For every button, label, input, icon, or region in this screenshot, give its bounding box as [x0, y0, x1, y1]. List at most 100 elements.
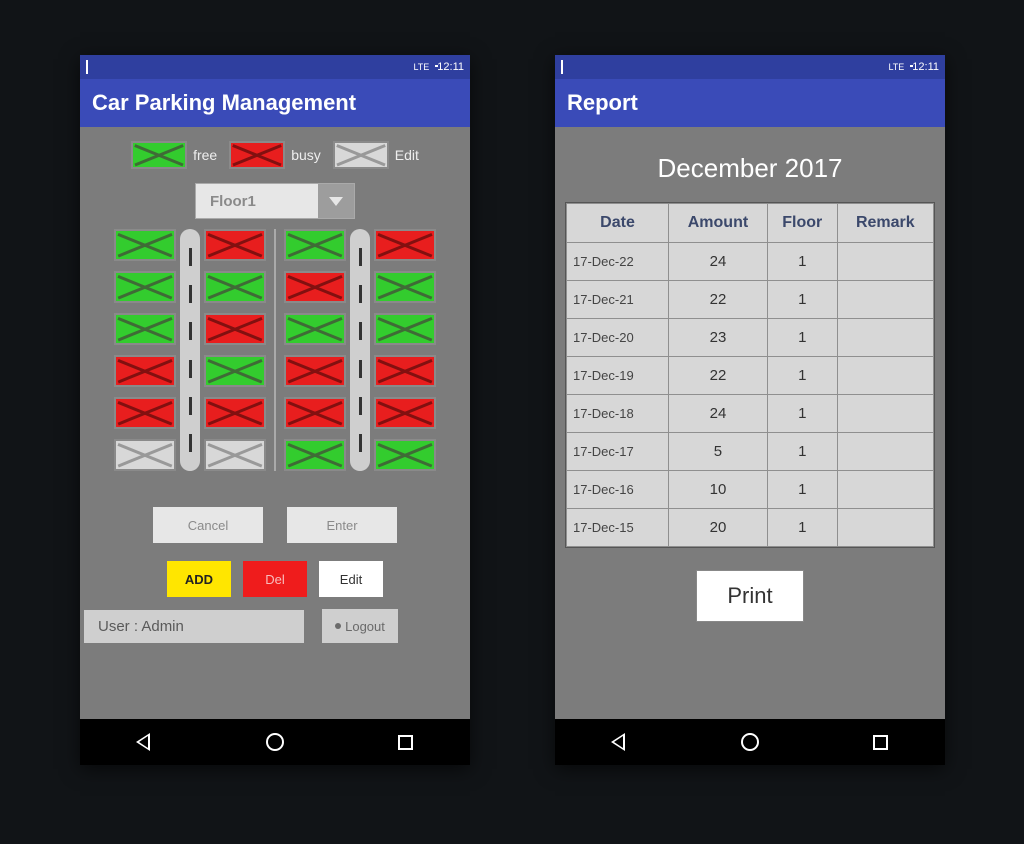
parking-slot[interactable]: [204, 313, 266, 345]
legend-edit: Edit: [333, 141, 419, 169]
nav-back-icon[interactable]: [125, 722, 165, 762]
parking-slot[interactable]: [284, 355, 346, 387]
clock: 12:11: [912, 61, 939, 73]
parking-slot[interactable]: [374, 397, 436, 429]
mail-icon: [86, 62, 88, 73]
signal-icon: LTE: [413, 63, 429, 72]
add-button[interactable]: ADD: [167, 561, 231, 597]
cell-amount: 24: [669, 395, 768, 433]
nav-bar: [555, 719, 945, 765]
parking-slot[interactable]: [204, 229, 266, 261]
cell-floor: 1: [767, 281, 837, 319]
cell-date: 17-Dec-18: [567, 395, 669, 433]
parking-slot[interactable]: [114, 355, 176, 387]
parking-slot[interactable]: [204, 271, 266, 303]
parking-slot[interactable]: [114, 271, 176, 303]
chevron-down-icon: [318, 184, 354, 218]
parking-slot[interactable]: [204, 397, 266, 429]
parking-slot[interactable]: [374, 355, 436, 387]
report-content: December 2017 Date Amount Floor Remark 1…: [555, 127, 945, 719]
enter-button[interactable]: Enter: [287, 507, 397, 543]
parking-slot[interactable]: [204, 355, 266, 387]
del-button[interactable]: Del: [243, 561, 307, 597]
parking-slot[interactable]: [284, 397, 346, 429]
cell-remark: [837, 471, 933, 509]
logout-label: Logout: [345, 619, 385, 634]
cell-floor: 1: [767, 471, 837, 509]
floor-select[interactable]: Floor1: [195, 183, 355, 219]
edit-button[interactable]: Edit: [319, 561, 383, 597]
parking-slot[interactable]: [114, 439, 176, 471]
cell-remark: [837, 509, 933, 547]
phone-left: LTE 12:11 Car Parking Management free bu…: [80, 55, 470, 765]
cell-floor: 1: [767, 357, 837, 395]
parking-slot[interactable]: [284, 229, 346, 261]
clock: 12:11: [437, 61, 464, 73]
app-title: Report: [555, 79, 945, 127]
nav-home-icon[interactable]: [730, 722, 770, 762]
parking-slot[interactable]: [114, 229, 176, 261]
cell-remark: [837, 395, 933, 433]
table-row: 17-Dec-22241: [567, 243, 934, 281]
nav-recent-icon[interactable]: [385, 722, 425, 762]
cell-remark: [837, 319, 933, 357]
col-date: Date: [567, 204, 669, 243]
table-row: 17-Dec-1751: [567, 433, 934, 471]
cell-floor: 1: [767, 395, 837, 433]
nav-back-icon[interactable]: [600, 722, 640, 762]
aisle-left: [180, 229, 200, 471]
lot-left-half: [114, 229, 266, 471]
parking-slot[interactable]: [114, 397, 176, 429]
status-bar: LTE 12:11: [80, 55, 470, 79]
nav-home-icon[interactable]: [255, 722, 295, 762]
print-button[interactable]: Print: [696, 570, 803, 622]
signal-icon: LTE: [888, 63, 904, 72]
cell-amount: 22: [669, 281, 768, 319]
nav-recent-icon[interactable]: [860, 722, 900, 762]
logout-button[interactable]: Logout: [322, 609, 398, 643]
lot-right-half: [284, 229, 436, 471]
parking-slot[interactable]: [284, 313, 346, 345]
parking-slot[interactable]: [284, 439, 346, 471]
parking-slot[interactable]: [374, 271, 436, 303]
legend: free busy Edit: [80, 127, 470, 179]
parking-lot: [80, 229, 470, 471]
cell-amount: 10: [669, 471, 768, 509]
center-divider: [274, 229, 276, 471]
legend-free-label: free: [193, 147, 217, 163]
parking-slot[interactable]: [374, 313, 436, 345]
parking-slot[interactable]: [374, 439, 436, 471]
cell-remark: [837, 281, 933, 319]
report-table: Date Amount Floor Remark 17-Dec-2224117-…: [565, 202, 935, 548]
cell-date: 17-Dec-17: [567, 433, 669, 471]
cell-floor: 1: [767, 509, 837, 547]
cell-amount: 23: [669, 319, 768, 357]
cell-remark: [837, 357, 933, 395]
app-title: Car Parking Management: [80, 79, 470, 127]
table-row: 17-Dec-19221: [567, 357, 934, 395]
cancel-button[interactable]: Cancel: [153, 507, 263, 543]
parking-slot[interactable]: [204, 439, 266, 471]
cell-date: 17-Dec-21: [567, 281, 669, 319]
legend-edit-label: Edit: [395, 147, 419, 163]
parking-slot[interactable]: [114, 313, 176, 345]
parking-slot[interactable]: [284, 271, 346, 303]
cell-date: 17-Dec-16: [567, 471, 669, 509]
nav-bar: [80, 719, 470, 765]
col-remark: Remark: [837, 204, 933, 243]
legend-busy-label: busy: [291, 147, 321, 163]
cell-amount: 20: [669, 509, 768, 547]
cell-amount: 24: [669, 243, 768, 281]
table-row: 17-Dec-18241: [567, 395, 934, 433]
user-label: User : Admin: [84, 610, 304, 643]
table-header-row: Date Amount Floor Remark: [567, 204, 934, 243]
mail-icon: [561, 62, 563, 73]
cell-date: 17-Dec-20: [567, 319, 669, 357]
status-bar: LTE 12:11: [555, 55, 945, 79]
main-content: free busy Edit Floor1: [80, 127, 470, 719]
cell-date: 17-Dec-22: [567, 243, 669, 281]
floor-select-value: Floor1: [196, 193, 318, 210]
table-row: 17-Dec-21221: [567, 281, 934, 319]
parking-slot[interactable]: [374, 229, 436, 261]
cell-amount: 5: [669, 433, 768, 471]
